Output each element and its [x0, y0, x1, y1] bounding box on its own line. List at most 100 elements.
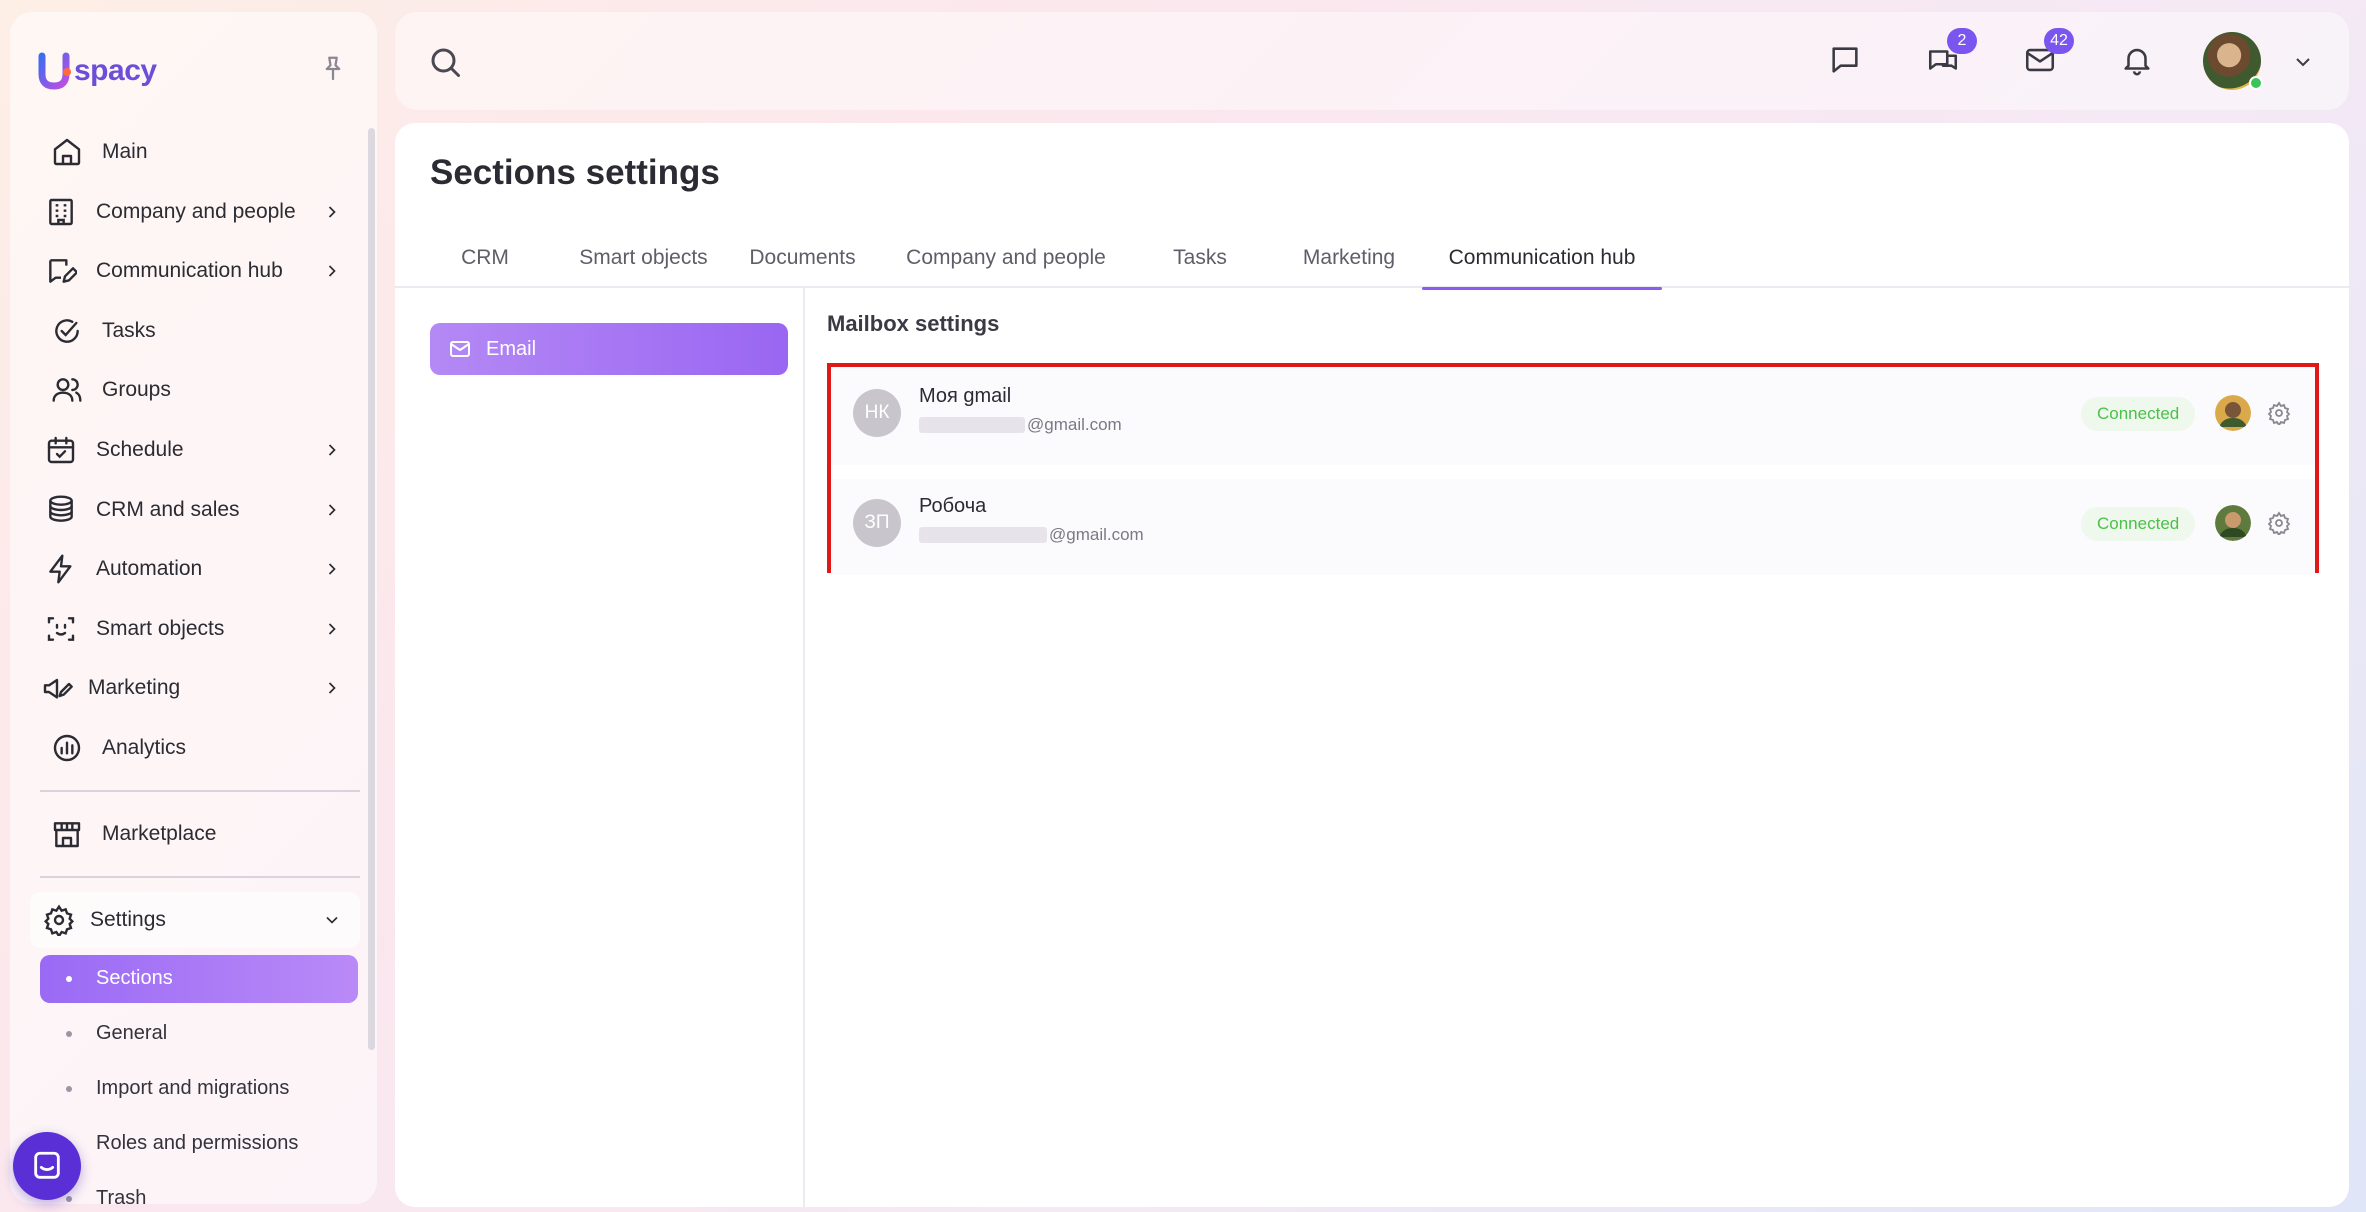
sidebar-item-label: Company and people — [96, 199, 296, 223]
topbar: 2 42 — [395, 12, 2349, 110]
sidebar-item-tasks[interactable]: Tasks — [30, 303, 360, 359]
sidebar-item-label: Settings — [90, 907, 166, 931]
sidebar-item-label: Marketplace — [102, 821, 217, 845]
chart-circle-icon — [50, 731, 84, 765]
sidebar-subitem-trash[interactable]: Trash — [30, 1175, 360, 1204]
sidebar-item-communication-hub[interactable]: Communication hub — [30, 243, 360, 299]
sidebar-subitem-sections[interactable]: Sections — [40, 954, 358, 1003]
sidebar-item-company-and-people[interactable]: Company and people — [30, 184, 360, 240]
tab-documents[interactable]: Documents — [745, 228, 860, 288]
search-icon[interactable] — [427, 44, 463, 80]
support-chat-button[interactable] — [13, 1132, 81, 1200]
mailbox-email-suffix: @gmail.com — [1049, 525, 1144, 544]
page-title: Sections settings — [430, 153, 720, 192]
sidebar: spacy Main Company and people Communicat… — [10, 12, 377, 1204]
chat-edit-icon — [44, 254, 78, 288]
coins-stack-icon — [44, 493, 78, 527]
mailbox-name: Робоча — [919, 495, 987, 517]
bullet-dot — [66, 1030, 72, 1037]
lightning-icon — [44, 552, 78, 586]
logo-text: spacy — [74, 54, 157, 87]
sidebar-item-automation[interactable]: Automation — [30, 541, 360, 597]
sidebar-item-analytics[interactable]: Analytics — [30, 720, 360, 776]
sidebar-subitem-label: Sections — [96, 967, 173, 990]
mailbox-initials-avatar: НК — [853, 389, 901, 437]
online-status-dot — [2249, 76, 2263, 90]
tab-company-and-people[interactable]: Company and people — [903, 228, 1109, 288]
email-nav-button[interactable]: Email — [430, 323, 788, 375]
chat-icon — [1832, 47, 1858, 73]
sidebar-item-label: Main — [102, 140, 148, 163]
chevron-right-icon — [328, 444, 336, 456]
chevron-down-icon[interactable] — [2291, 50, 2315, 74]
mailbox-row[interactable]: НК Моя gmail @gmail.com Connected — [831, 369, 2315, 465]
email-nav-label: Email — [486, 337, 537, 360]
check-circle-icon — [50, 314, 84, 348]
sidebar-item-groups[interactable]: Groups — [30, 362, 360, 418]
status-badge: Connected — [2081, 397, 2196, 431]
sidebar-item-label: Tasks — [102, 318, 156, 342]
sidebar-item-marketing[interactable]: Marketing — [30, 660, 360, 716]
sidebar-item-smart-objects[interactable]: Smart objects — [30, 601, 360, 657]
logo[interactable]: spacy — [38, 52, 157, 90]
mail-button[interactable]: 42 — [2020, 28, 2074, 80]
mailbox-row[interactable]: ЗП Робоча @gmail.com Connected — [831, 479, 2315, 575]
mail-icon — [450, 341, 470, 357]
sidebar-item-settings[interactable]: Settings — [30, 891, 360, 948]
main-panel: Sections settings CRM Smart objects Docu… — [395, 123, 2349, 1207]
sidebar-subitem-general[interactable]: General — [30, 1010, 360, 1058]
section-tabs: CRM Smart objects Documents Company and … — [395, 228, 2349, 290]
sidebar-item-schedule[interactable]: Schedule — [30, 422, 360, 478]
messages-button[interactable] — [1825, 40, 1865, 80]
sidebar-subitem-label: Trash — [96, 1187, 147, 1204]
chevron-right-icon — [328, 623, 336, 635]
sidebar-item-main[interactable]: Main — [30, 124, 360, 180]
pin-icon[interactable] — [318, 54, 348, 84]
bullet-dot — [66, 1195, 72, 1202]
status-badge: Connected — [2081, 507, 2196, 541]
redacted-email-part — [919, 527, 1047, 543]
owner-avatar[interactable] — [2215, 505, 2251, 541]
mailbox-email: @gmail.com — [919, 525, 1144, 545]
notifications-button[interactable] — [2117, 40, 2157, 80]
tab-tasks[interactable]: Tasks — [1150, 228, 1250, 288]
sidebar-item-label: CRM and sales — [96, 497, 240, 521]
tab-marketing[interactable]: Marketing — [1288, 228, 1410, 288]
scan-face-icon — [44, 612, 78, 646]
chevron-right-icon — [328, 503, 336, 516]
megaphone-edit-icon — [40, 671, 74, 705]
sidebar-subitem-import-and-migrations[interactable]: Import and migrations — [30, 1065, 360, 1113]
gear-icon[interactable] — [2267, 401, 2291, 425]
bullet-dot — [66, 1085, 72, 1092]
sidebar-scrollbar[interactable] — [368, 128, 375, 1050]
tab-crm[interactable]: CRM — [430, 228, 540, 288]
chevron-right-icon — [328, 265, 336, 277]
chats-button[interactable]: 2 — [1923, 28, 1977, 80]
logo-row: spacy — [28, 42, 358, 102]
mailbox-settings-title: Mailbox settings — [827, 311, 1000, 336]
sidebar-item-label: Schedule — [96, 437, 184, 461]
users-icon — [50, 373, 84, 407]
calendar-check-icon — [44, 433, 78, 467]
mailbox-initials-avatar: ЗП — [853, 499, 901, 547]
store-icon — [50, 817, 84, 851]
bullet-dot — [66, 975, 72, 982]
mailbox-name: Моя gmail — [919, 385, 1012, 407]
tab-smart-objects[interactable]: Smart objects — [565, 228, 722, 288]
gear-icon[interactable] — [2267, 511, 2291, 535]
sidebar-item-label: Marketing — [88, 676, 181, 700]
sidebar-item-crm-and-sales[interactable]: CRM and sales — [30, 482, 360, 538]
mail-badge: 42 — [2044, 28, 2074, 54]
redacted-email-part — [919, 417, 1025, 433]
mailbox-list: НК Моя gmail @gmail.com Connected ЗП Роб… — [827, 363, 2319, 575]
section-subnav: Email — [395, 288, 805, 1207]
sidebar-item-label: Communication hub — [96, 259, 283, 283]
mailbox-email-suffix: @gmail.com — [1027, 415, 1122, 434]
sidebar-item-label: Analytics — [102, 735, 187, 759]
tab-communication-hub[interactable]: Communication hub — [1422, 228, 1662, 290]
sidebar-item-marketplace[interactable]: Marketplace — [30, 806, 360, 862]
owner-avatar[interactable] — [2215, 395, 2251, 431]
chat-widget-icon — [34, 1151, 60, 1179]
chevron-right-icon — [328, 206, 336, 218]
mailbox-email: @gmail.com — [919, 415, 1122, 435]
